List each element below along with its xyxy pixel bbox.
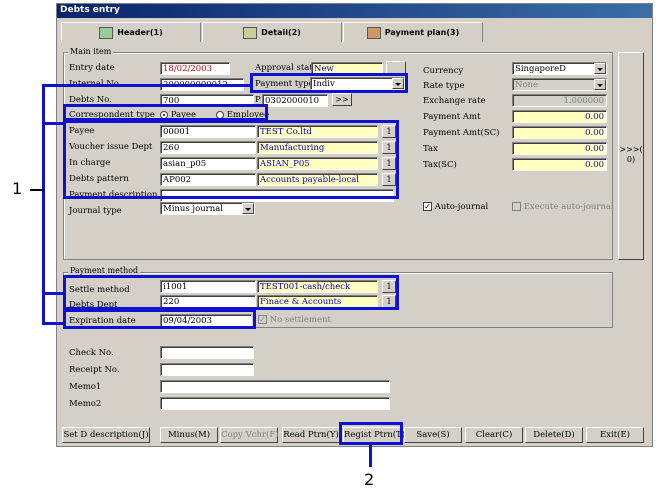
callout1-bracket-payee <box>42 122 64 125</box>
rate-type-select: None <box>512 78 607 91</box>
no-settlement-label: No settlement <box>269 315 331 325</box>
exchange-rate-label: Exchange rate <box>423 96 486 106</box>
journal-type-select[interactable]: Minus journal <box>160 202 255 215</box>
chevron-down-icon[interactable] <box>242 203 254 214</box>
execute-auto-journal-label: Execute auto-journal <box>523 202 614 212</box>
payment-amt-sc-label: Payment Amt(SC) <box>423 128 500 138</box>
memo2-label: Memo2 <box>69 399 102 409</box>
highlight-payment-type <box>250 73 408 93</box>
tab-payment-plan-label: Payment plan(3) <box>384 28 460 37</box>
callout1-bracket-top <box>42 84 250 87</box>
entry-date-field[interactable]: 18/02/2003 <box>160 62 230 75</box>
save-button[interactable]: Save(S) <box>404 427 462 443</box>
p-lookup-button[interactable]: >> <box>332 93 352 106</box>
journal-type-value: Minus journal <box>163 204 223 214</box>
payment-amt-label: Payment Amt <box>423 112 481 122</box>
payment-icon <box>366 26 381 39</box>
receipt-no-label: Receipt No. <box>69 365 120 375</box>
payment-method-legend: Payment method <box>68 266 141 275</box>
receipt-no-field[interactable] <box>160 363 254 376</box>
currency-select[interactable]: SingaporeD <box>512 62 607 75</box>
callout1-bracket-bottom <box>42 322 64 325</box>
check-no-field[interactable] <box>160 346 254 359</box>
minus-button[interactable]: Minus(M) <box>160 427 218 443</box>
no-settlement-checkbox: ✓ No settlement <box>258 315 331 325</box>
journal-type-label: Journal type <box>69 206 122 216</box>
memo1-field[interactable] <box>160 380 390 393</box>
chevron-down-icon <box>594 79 606 90</box>
delete-button[interactable]: Delete(D) <box>525 427 583 443</box>
currency-value: SingaporeD <box>515 64 566 74</box>
rate-type-label: Rate type <box>423 81 465 91</box>
expand-side-button[interactable]: >>>( 0) <box>618 52 644 260</box>
set-d-description-button[interactable]: Set D description(J) <box>62 427 150 443</box>
clear-button[interactable]: Clear(C) <box>465 427 523 443</box>
copy-vchr-button: Copy Vchr(F) <box>220 427 279 443</box>
tab-payment-plan[interactable]: Payment plan(3) <box>343 22 483 42</box>
highlight-payment-method <box>63 275 399 310</box>
callout-1: 1 <box>12 179 23 198</box>
callout2-leader <box>369 445 372 467</box>
highlight-regist-ptrn <box>339 422 403 445</box>
checkmark-icon: ✓ <box>423 202 432 211</box>
tab-detail[interactable]: Detail(2) <box>202 22 342 42</box>
callout1-bracket-payment <box>42 292 64 295</box>
auto-journal-label: Auto-journal <box>434 202 489 212</box>
entry-date-label: Entry date <box>69 63 115 73</box>
memo1-label: Memo1 <box>69 382 102 392</box>
memo2-field[interactable] <box>160 397 390 410</box>
callout-2: 2 <box>364 470 375 489</box>
tab-header[interactable]: Header(1) <box>61 22 201 42</box>
checkmark-icon: ✓ <box>258 315 267 324</box>
tax-label: Tax <box>423 144 438 154</box>
chevron-down-icon[interactable] <box>594 63 606 74</box>
window-title: Debts entry <box>57 4 652 18</box>
highlight-correspondent-type <box>63 104 268 121</box>
tab-header-label: Header(1) <box>117 28 163 37</box>
callout1-leader <box>30 189 44 191</box>
payment-amt-sc-field: 0.00 <box>512 126 607 139</box>
check-no-label: Check No. <box>69 348 114 358</box>
exit-button[interactable]: Exit(E) <box>586 427 644 443</box>
auto-journal-checkbox[interactable]: ✓ Auto-journal <box>423 202 488 212</box>
execute-auto-journal-checkbox: Execute auto-journal <box>512 202 614 212</box>
book-icon <box>99 26 114 39</box>
rate-type-value: None <box>515 80 539 90</box>
tab-detail-label: Detail(2) <box>261 28 301 37</box>
highlight-expiration-date <box>63 309 256 329</box>
read-ptrn-button[interactable]: Read Ptrn(Y) <box>282 427 340 443</box>
highlight-payee-block <box>63 120 399 199</box>
currency-label: Currency <box>423 66 464 76</box>
payment-amt-field: 0.00 <box>512 110 607 123</box>
main-item-legend: Main item <box>68 47 114 56</box>
callout1-bracket-vertical <box>42 84 45 324</box>
checkbox-icon <box>512 202 521 211</box>
exchange-rate-field: 1.000000 <box>512 94 607 107</box>
tax-field: 0.00 <box>512 142 607 155</box>
tax-sc-field: 0.00 <box>512 158 607 171</box>
p-field[interactable]: 0302000010 <box>262 94 328 107</box>
notepad-icon <box>243 26 258 39</box>
tax-sc-label: Tax(SC) <box>423 160 457 170</box>
